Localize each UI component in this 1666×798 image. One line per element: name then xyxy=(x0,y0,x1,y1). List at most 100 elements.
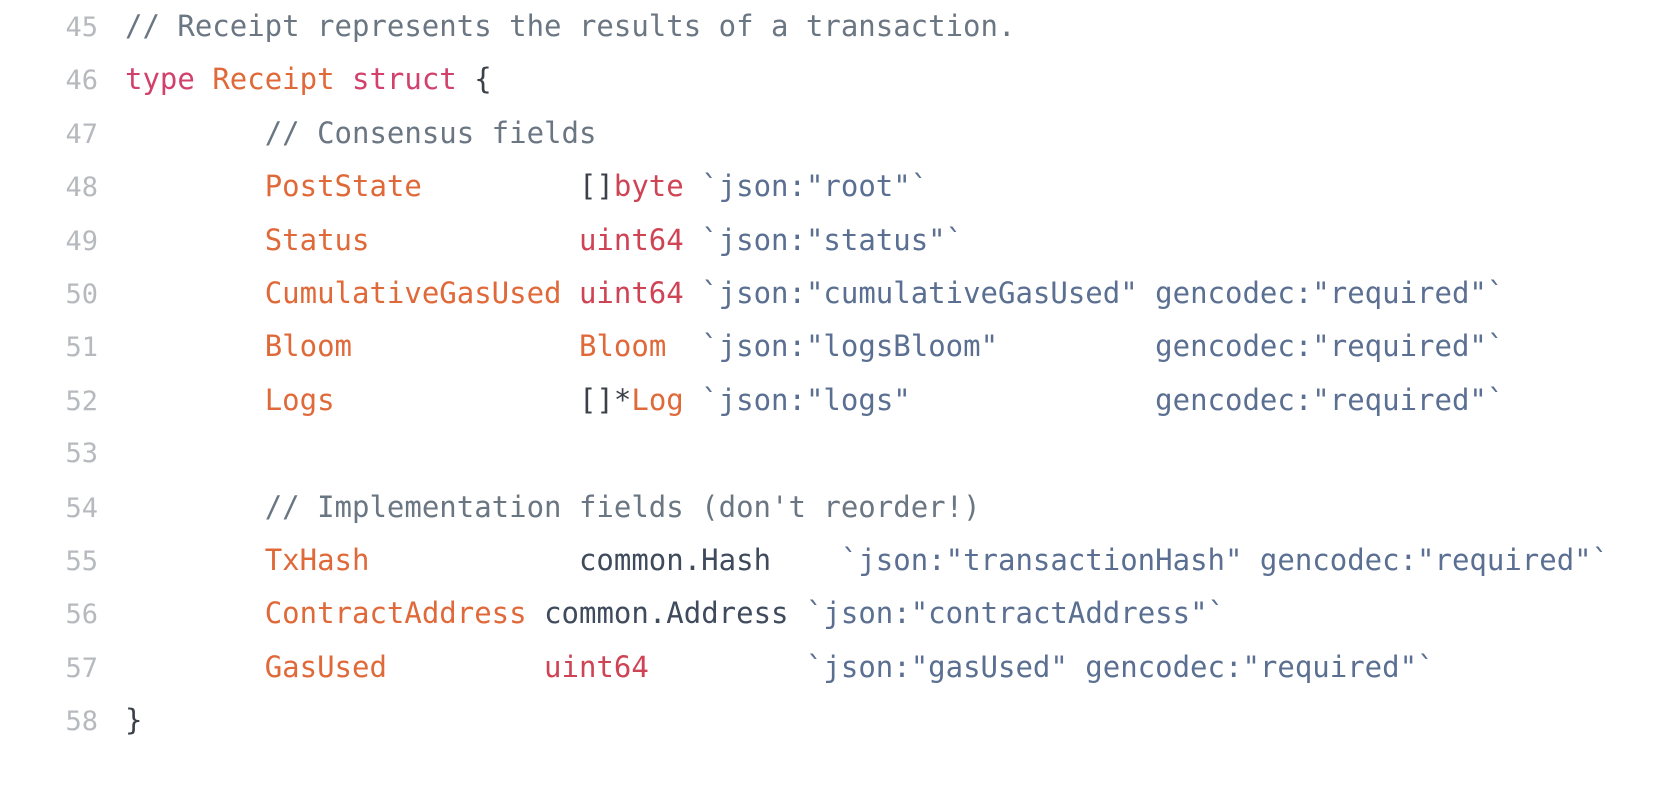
code-token: uint64 xyxy=(578,222,684,257)
line-number: 48 xyxy=(65,172,98,204)
code-line[interactable]: 48 PostState []byte `json:"root"` xyxy=(0,160,1666,213)
code-token: type xyxy=(125,62,195,97)
code-token: // Receipt represents the results of a t… xyxy=(125,9,1016,43)
code-line[interactable]: 51 Bloom Bloom `json:"logsBloom" gencode… xyxy=(0,320,1666,373)
code-token: Log xyxy=(631,382,684,417)
code-token: [] xyxy=(578,169,614,204)
line-number: 50 xyxy=(65,278,98,310)
code-token: `json:"logs" gencodec:"required"` xyxy=(701,382,1505,417)
code-token: // Implementation fields (don't reorder!… xyxy=(264,489,981,524)
line-number: 47 xyxy=(65,118,98,150)
code-token: struct xyxy=(352,62,457,97)
code-line[interactable]: 53 xyxy=(0,427,1666,480)
code-token: uint64 xyxy=(578,275,684,310)
line-number: 45 xyxy=(65,12,98,43)
code-token: common.Address xyxy=(544,596,789,631)
code-line-content[interactable]: GasUsed uint64 `json:"gasUsed" gencodec:… xyxy=(98,641,1666,694)
code-token: ContractAddress xyxy=(264,596,527,631)
code-token: PostState xyxy=(264,169,422,204)
code-token: `json:"cumulativeGasUsed" gencodec:"requ… xyxy=(701,275,1505,310)
code-line-content[interactable]: // Consensus fields xyxy=(98,107,1666,160)
code-token: TxHash xyxy=(264,542,370,577)
code-line[interactable]: 50 CumulativeGasUsed uint64 `json:"cumul… xyxy=(0,267,1666,320)
code-token: `json:"gasUsed" gencodec:"required"` xyxy=(805,649,1435,684)
line-number: 51 xyxy=(65,332,98,364)
code-line[interactable]: 46 type Receipt struct { xyxy=(0,53,1666,106)
line-number: 57 xyxy=(65,652,98,684)
code-line[interactable]: 49 Status uint64 `json:"status"` xyxy=(0,214,1666,267)
code-token: `json:"status"` xyxy=(701,222,964,257)
code-line[interactable]: 58} xyxy=(0,694,1666,747)
code-line[interactable]: 45 // Receipt represents the results of a… xyxy=(0,0,1666,53)
code-token: `json:"root"` xyxy=(701,169,929,204)
line-number: 53 xyxy=(65,438,98,470)
code-line-content[interactable]: PostState []byte `json:"root"` xyxy=(98,160,1666,213)
code-line[interactable]: 54 // Implementation fields (don't reord… xyxy=(0,481,1666,534)
code-token: `json:"logsBloom" gencodec:"required"` xyxy=(701,329,1505,364)
code-line-content[interactable]: // Receipt represents the results of a t… xyxy=(98,0,1666,53)
code-token: GasUsed xyxy=(264,649,387,684)
code-token: []* xyxy=(578,382,632,417)
code-line[interactable]: 47 // Consensus fields xyxy=(0,107,1666,160)
code-line-content[interactable]: } xyxy=(98,694,1666,747)
code-line[interactable]: 55 TxHash common.Hash `json:"transaction… xyxy=(0,534,1666,587)
code-line-content[interactable]: Status uint64 `json:"status"` xyxy=(98,214,1666,267)
code-token: common.Hash xyxy=(578,542,772,577)
code-token: Logs xyxy=(264,382,335,417)
code-viewer[interactable]: 45 // Receipt represents the results of a… xyxy=(0,0,1666,798)
code-token: Status xyxy=(264,222,370,257)
line-number: 49 xyxy=(65,225,98,257)
code-token: Receipt xyxy=(212,62,335,97)
code-token: } xyxy=(125,703,143,738)
line-number: 58 xyxy=(65,706,98,738)
code-token: Bloom xyxy=(578,329,667,364)
line-number: 52 xyxy=(65,385,98,417)
line-number: 46 xyxy=(65,65,98,97)
code-token: byte xyxy=(613,169,684,204)
code-line[interactable]: 57 GasUsed uint64 `json:"gasUsed" gencod… xyxy=(0,641,1666,694)
code-line-content[interactable]: TxHash common.Hash `json:"transactionHas… xyxy=(98,534,1666,587)
code-line-content[interactable]: Logs []*Log `json:"logs" gencodec:"requi… xyxy=(98,374,1666,427)
line-number: 56 xyxy=(65,599,98,631)
code-token: Bloom xyxy=(264,329,352,364)
code-line[interactable]: 52 Logs []*Log `json:"logs" gencodec:"re… xyxy=(0,374,1666,427)
code-line[interactable]: 56 ContractAddress common.Address `json:… xyxy=(0,587,1666,640)
line-number: 54 xyxy=(65,492,98,524)
code-line-content[interactable]: CumulativeGasUsed uint64 `json:"cumulati… xyxy=(98,267,1666,320)
line-number: 55 xyxy=(65,545,98,577)
code-line-content[interactable]: Bloom Bloom `json:"logsBloom" gencodec:"… xyxy=(98,320,1666,373)
code-token: `json:"transactionHash" gencodec:"requir… xyxy=(840,542,1610,577)
code-line-content[interactable]: type Receipt struct { xyxy=(98,53,1666,106)
code-token: uint64 xyxy=(544,649,649,684)
code-token: CumulativeGasUsed xyxy=(264,275,562,310)
code-token: // Consensus fields xyxy=(264,115,597,150)
code-line-content[interactable]: // Implementation fields (don't reorder!… xyxy=(98,481,1666,534)
code-token: `json:"contractAddress"` xyxy=(805,596,1225,631)
code-line-content[interactable]: ContractAddress common.Address `json:"co… xyxy=(98,587,1666,640)
